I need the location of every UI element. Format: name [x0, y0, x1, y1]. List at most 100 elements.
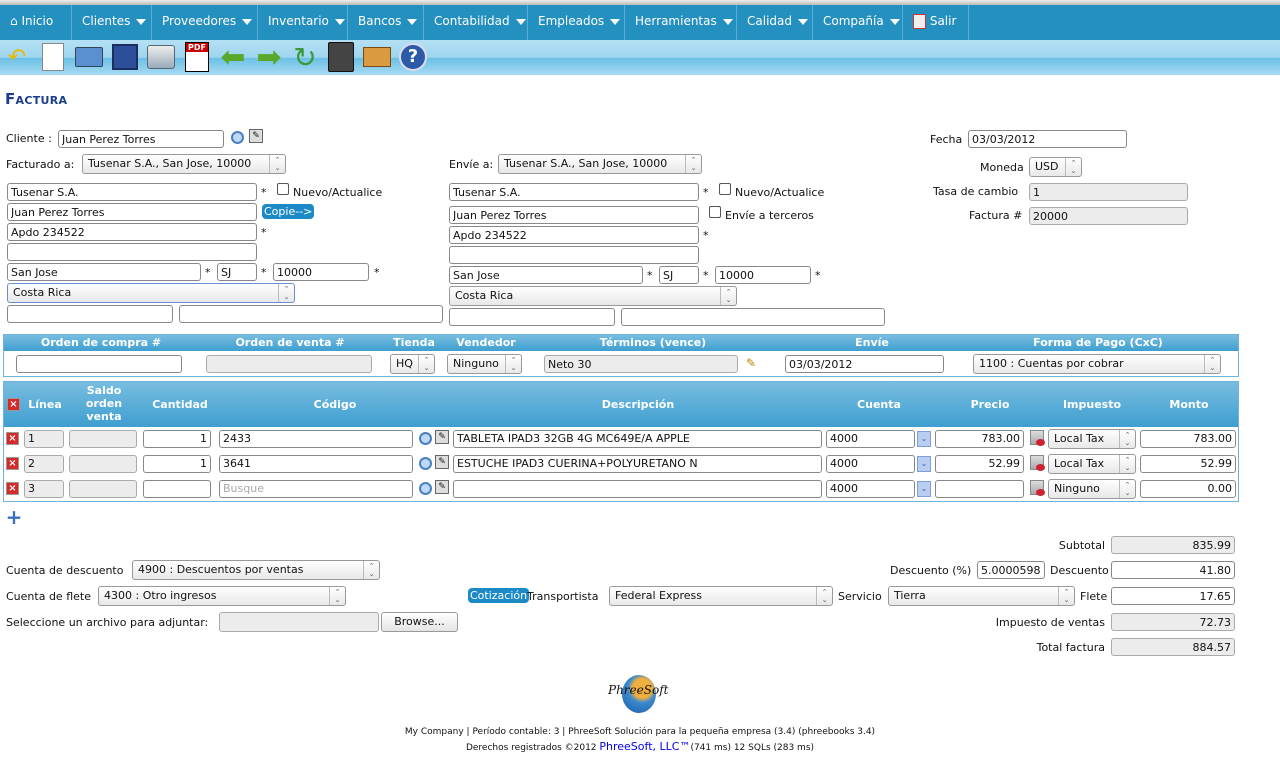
bill-country-select[interactable]: Costa Rica	[7, 283, 295, 303]
so-input[interactable]	[206, 355, 372, 373]
vendedor-select[interactable]: Ninguno	[447, 354, 522, 374]
menu-contabilidad[interactable]: Contabilidad	[424, 5, 528, 40]
search-icon[interactable]	[229, 129, 245, 145]
line-cantidad-input[interactable]: 1	[143, 455, 211, 473]
undo-icon[interactable]: ↶	[2, 42, 32, 72]
package-icon[interactable]	[362, 42, 392, 72]
line-descripcion-input[interactable]	[453, 480, 822, 498]
menu-clientes[interactable]: Clientes	[72, 5, 152, 40]
copy-address-button[interactable]: Copie-->	[262, 204, 315, 219]
bill-city-input[interactable]	[7, 263, 201, 281]
servicio-select[interactable]: Tierra	[888, 586, 1075, 606]
line-cuenta-input[interactable]: 4000	[826, 430, 915, 448]
line-cuenta-input[interactable]: 4000	[826, 455, 915, 473]
bill-phone-input[interactable]	[7, 305, 173, 323]
price-sheet-icon[interactable]	[1030, 455, 1045, 471]
ship-zip-input[interactable]	[715, 266, 811, 284]
menu-empleados[interactable]: Empleados	[528, 5, 625, 40]
ship-phone-input[interactable]	[449, 308, 615, 326]
edit-terms-icon[interactable]: ✎	[743, 355, 759, 371]
ship-address2-input[interactable]	[449, 246, 699, 264]
bill-zip-input[interactable]	[273, 263, 369, 281]
bill-email-input[interactable]	[179, 305, 443, 323]
transportista-select[interactable]: Federal Express	[609, 586, 833, 606]
delete-line-icon[interactable]: ×	[6, 432, 19, 445]
menu-salir[interactable]: Salir	[903, 5, 969, 40]
facturado-select[interactable]: Tusenar S.A., San Jose, 10000	[82, 154, 286, 174]
price-sheet-icon[interactable]	[1030, 430, 1045, 446]
bill-company-input[interactable]	[7, 183, 257, 201]
menu-bancos[interactable]: Bancos	[348, 5, 424, 40]
chevron-down-icon[interactable]: ⌄	[917, 481, 931, 497]
line-precio-input[interactable]	[935, 480, 1024, 498]
po-input[interactable]	[16, 355, 182, 373]
line-cuenta-input[interactable]: 4000	[826, 480, 915, 498]
search-icon[interactable]	[417, 480, 433, 496]
phreesoft-link[interactable]: PhreeSoft, LLC™	[599, 740, 690, 753]
previous-arrow-icon[interactable]: ⬅	[218, 40, 248, 75]
desc-cuenta-select[interactable]: 4900 : Descuentos por ventas	[132, 560, 380, 580]
edit-contact-icon[interactable]: ✎	[249, 129, 263, 143]
search-icon[interactable]	[417, 455, 433, 471]
forma-pago-select[interactable]: 1100 : Cuentas por cobrar	[973, 354, 1221, 374]
bill-state-input[interactable]	[217, 263, 257, 281]
terminos-input[interactable]	[544, 355, 738, 373]
calculator-icon[interactable]	[326, 42, 356, 72]
chevron-down-icon[interactable]: ⌄	[917, 431, 931, 447]
search-icon[interactable]	[417, 430, 433, 446]
menu-inventario[interactable]: Inventario	[258, 5, 348, 40]
line-codigo-input[interactable]: 3641	[219, 455, 413, 473]
chevron-down-icon[interactable]: ⌄	[917, 456, 931, 472]
price-sheet-icon[interactable]	[1030, 480, 1045, 496]
line-impuesto-select[interactable]: Ninguno	[1048, 479, 1136, 499]
line-codigo-input[interactable]: Busque	[219, 480, 413, 498]
line-codigo-input[interactable]: 2433	[219, 430, 413, 448]
cliente-input[interactable]	[58, 130, 224, 148]
line-cantidad-input[interactable]	[143, 480, 211, 498]
fecha-input[interactable]	[968, 130, 1127, 148]
cotizacion-button[interactable]: Cotización	[468, 588, 530, 603]
new-document-icon[interactable]	[38, 42, 68, 72]
next-arrow-icon[interactable]: ➡	[254, 40, 284, 75]
line-impuesto-select[interactable]: Local Tax	[1048, 454, 1136, 474]
open-folder-icon[interactable]	[74, 42, 104, 72]
delete-all-icon[interactable]: ×	[7, 398, 20, 411]
sku-detail-icon[interactable]: ✎	[435, 480, 449, 494]
delete-line-icon[interactable]: ×	[6, 482, 19, 495]
line-precio-input[interactable]: 52.99	[935, 455, 1024, 473]
moneda-select[interactable]: USD	[1029, 157, 1082, 177]
save-icon[interactable]	[110, 42, 140, 72]
ship-contact-input[interactable]	[449, 206, 699, 224]
line-cantidad-input[interactable]: 1	[143, 430, 211, 448]
tienda-select[interactable]: HQ	[390, 354, 435, 374]
ship-state-input[interactable]	[659, 266, 699, 284]
menu-proveedores[interactable]: Proveedores	[152, 5, 258, 40]
bill-address2-input[interactable]	[7, 243, 257, 261]
browse-button[interactable]: Browse...	[381, 612, 458, 632]
ship-company-input[interactable]	[449, 183, 699, 201]
terceros-checkbox[interactable]	[709, 206, 721, 218]
menu-herramientas[interactable]: Herramientas	[625, 5, 737, 40]
flete-cuenta-select[interactable]: 4300 : Otro ingresos	[98, 586, 346, 606]
line-descripcion-input[interactable]: TABLETA IPAD3 32GB 4G MC649E/A APPLE	[453, 430, 822, 448]
ship-address1-input[interactable]	[449, 226, 699, 244]
line-impuesto-select[interactable]: Local Tax	[1048, 429, 1136, 449]
descuento-input[interactable]	[1111, 561, 1235, 579]
flete-input[interactable]	[1111, 587, 1235, 605]
sku-detail-icon[interactable]: ✎	[435, 455, 449, 469]
ship-country-select[interactable]: Costa Rica	[449, 286, 737, 306]
add-line-icon[interactable]: +	[6, 505, 23, 529]
line-descripcion-input[interactable]: ESTUCHE IPAD3 CUERINA+POLYURETANO N	[453, 455, 822, 473]
print-icon[interactable]	[146, 42, 176, 72]
menu-inicio[interactable]: ⌂ Inicio	[0, 5, 72, 40]
recur-icon[interactable]: ↻	[290, 41, 320, 74]
menu-calidad[interactable]: Calidad	[737, 5, 813, 40]
bill-nuevo-checkbox[interactable]	[277, 183, 289, 195]
ship-nuevo-checkbox[interactable]	[719, 183, 731, 195]
menu-compania[interactable]: Compañía	[813, 5, 903, 40]
file-input[interactable]	[219, 612, 379, 632]
envie-select[interactable]: Tusenar S.A., San Jose, 10000	[498, 154, 702, 174]
desc-pct-input[interactable]	[977, 561, 1045, 579]
pdf-icon[interactable]: PDF	[182, 42, 212, 72]
tasa-input[interactable]	[1029, 183, 1188, 201]
